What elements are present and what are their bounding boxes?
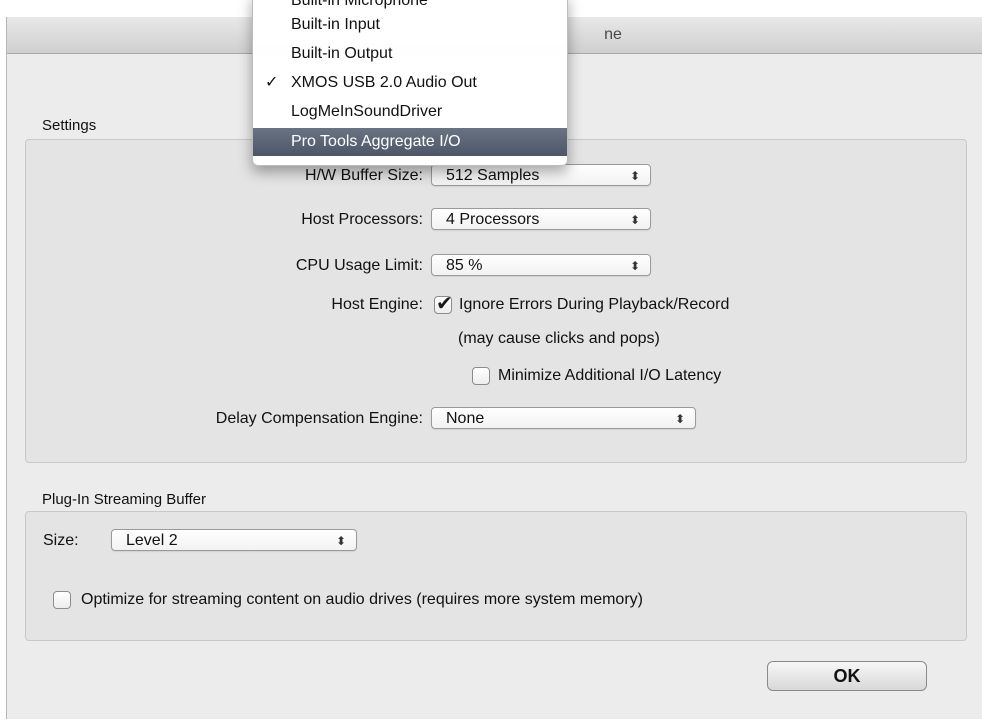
- minimize-latency-checkbox[interactable]: [472, 367, 490, 385]
- hw-buffer-value: 512 Samples: [446, 167, 540, 184]
- menu-item-logmein-sound-driver[interactable]: LogMeInSoundDriver: [253, 99, 567, 125]
- ignore-errors-checkbox[interactable]: ✔: [434, 293, 453, 315]
- popup-arrows-icon: ⬍: [335, 534, 346, 548]
- popup-arrows-icon: ⬍: [674, 412, 685, 426]
- cpu-limit-label: CPU Usage Limit:: [295, 257, 423, 274]
- menu-item-built-in-output[interactable]: Built-in Output: [253, 41, 567, 67]
- hw-buffer-popup[interactable]: 512 Samples ⬍: [431, 164, 651, 186]
- delay-comp-value: None: [446, 410, 485, 427]
- delay-comp-label: Delay Compensation Engine:: [215, 410, 423, 427]
- ignore-errors-label[interactable]: Ignore Errors During Playback/Record: [459, 296, 729, 314]
- settings-section-label: Settings: [42, 117, 97, 134]
- host-processors-value: 4 Processors: [446, 211, 540, 228]
- menu-item-pro-tools-aggregate[interactable]: Pro Tools Aggregate I/O: [253, 128, 567, 156]
- cpu-limit-value: 85 %: [446, 257, 483, 274]
- hw-buffer-label: H/W Buffer Size:: [305, 167, 423, 184]
- delay-comp-popup[interactable]: None ⬍: [431, 407, 696, 429]
- size-label: Size:: [43, 532, 79, 549]
- window-bottom-edge: [0, 719, 982, 728]
- popup-arrows-icon: ⬍: [629, 259, 640, 273]
- optimize-streaming-label[interactable]: Optimize for streaming content on audio …: [81, 591, 643, 609]
- ok-button[interactable]: OK: [767, 661, 927, 691]
- menu-item-built-in-input[interactable]: Built-in Input: [253, 12, 567, 38]
- host-processors-label: Host Processors:: [301, 211, 423, 228]
- cpu-limit-popup[interactable]: 85 % ⬍: [431, 254, 651, 276]
- popup-arrows-icon: ⬍: [629, 169, 640, 183]
- optimize-streaming-checkbox[interactable]: [53, 591, 71, 609]
- popup-arrows-icon: ⬍: [629, 213, 640, 227]
- minimize-latency-label[interactable]: Minimize Additional I/O Latency: [498, 367, 721, 385]
- checkmark-icon: ✔: [436, 293, 453, 315]
- streaming-section-label: Plug-In Streaming Buffer: [42, 491, 206, 508]
- host-engine-label: Host Engine:: [331, 296, 423, 313]
- clicks-pops-note: (may cause clicks and pops): [458, 330, 660, 347]
- checkmark-icon: ✓: [265, 74, 279, 91]
- device-dropdown-menu: Built-in Microphone Built-in Input Built…: [252, 0, 568, 166]
- menu-item-xmos-usb-audio[interactable]: ✓ XMOS USB 2.0 Audio Out: [253, 70, 567, 96]
- streaming-size-popup[interactable]: Level 2 ⬍: [111, 529, 357, 551]
- host-processors-popup[interactable]: 4 Processors ⬍: [431, 208, 651, 230]
- streaming-size-value: Level 2: [126, 532, 178, 549]
